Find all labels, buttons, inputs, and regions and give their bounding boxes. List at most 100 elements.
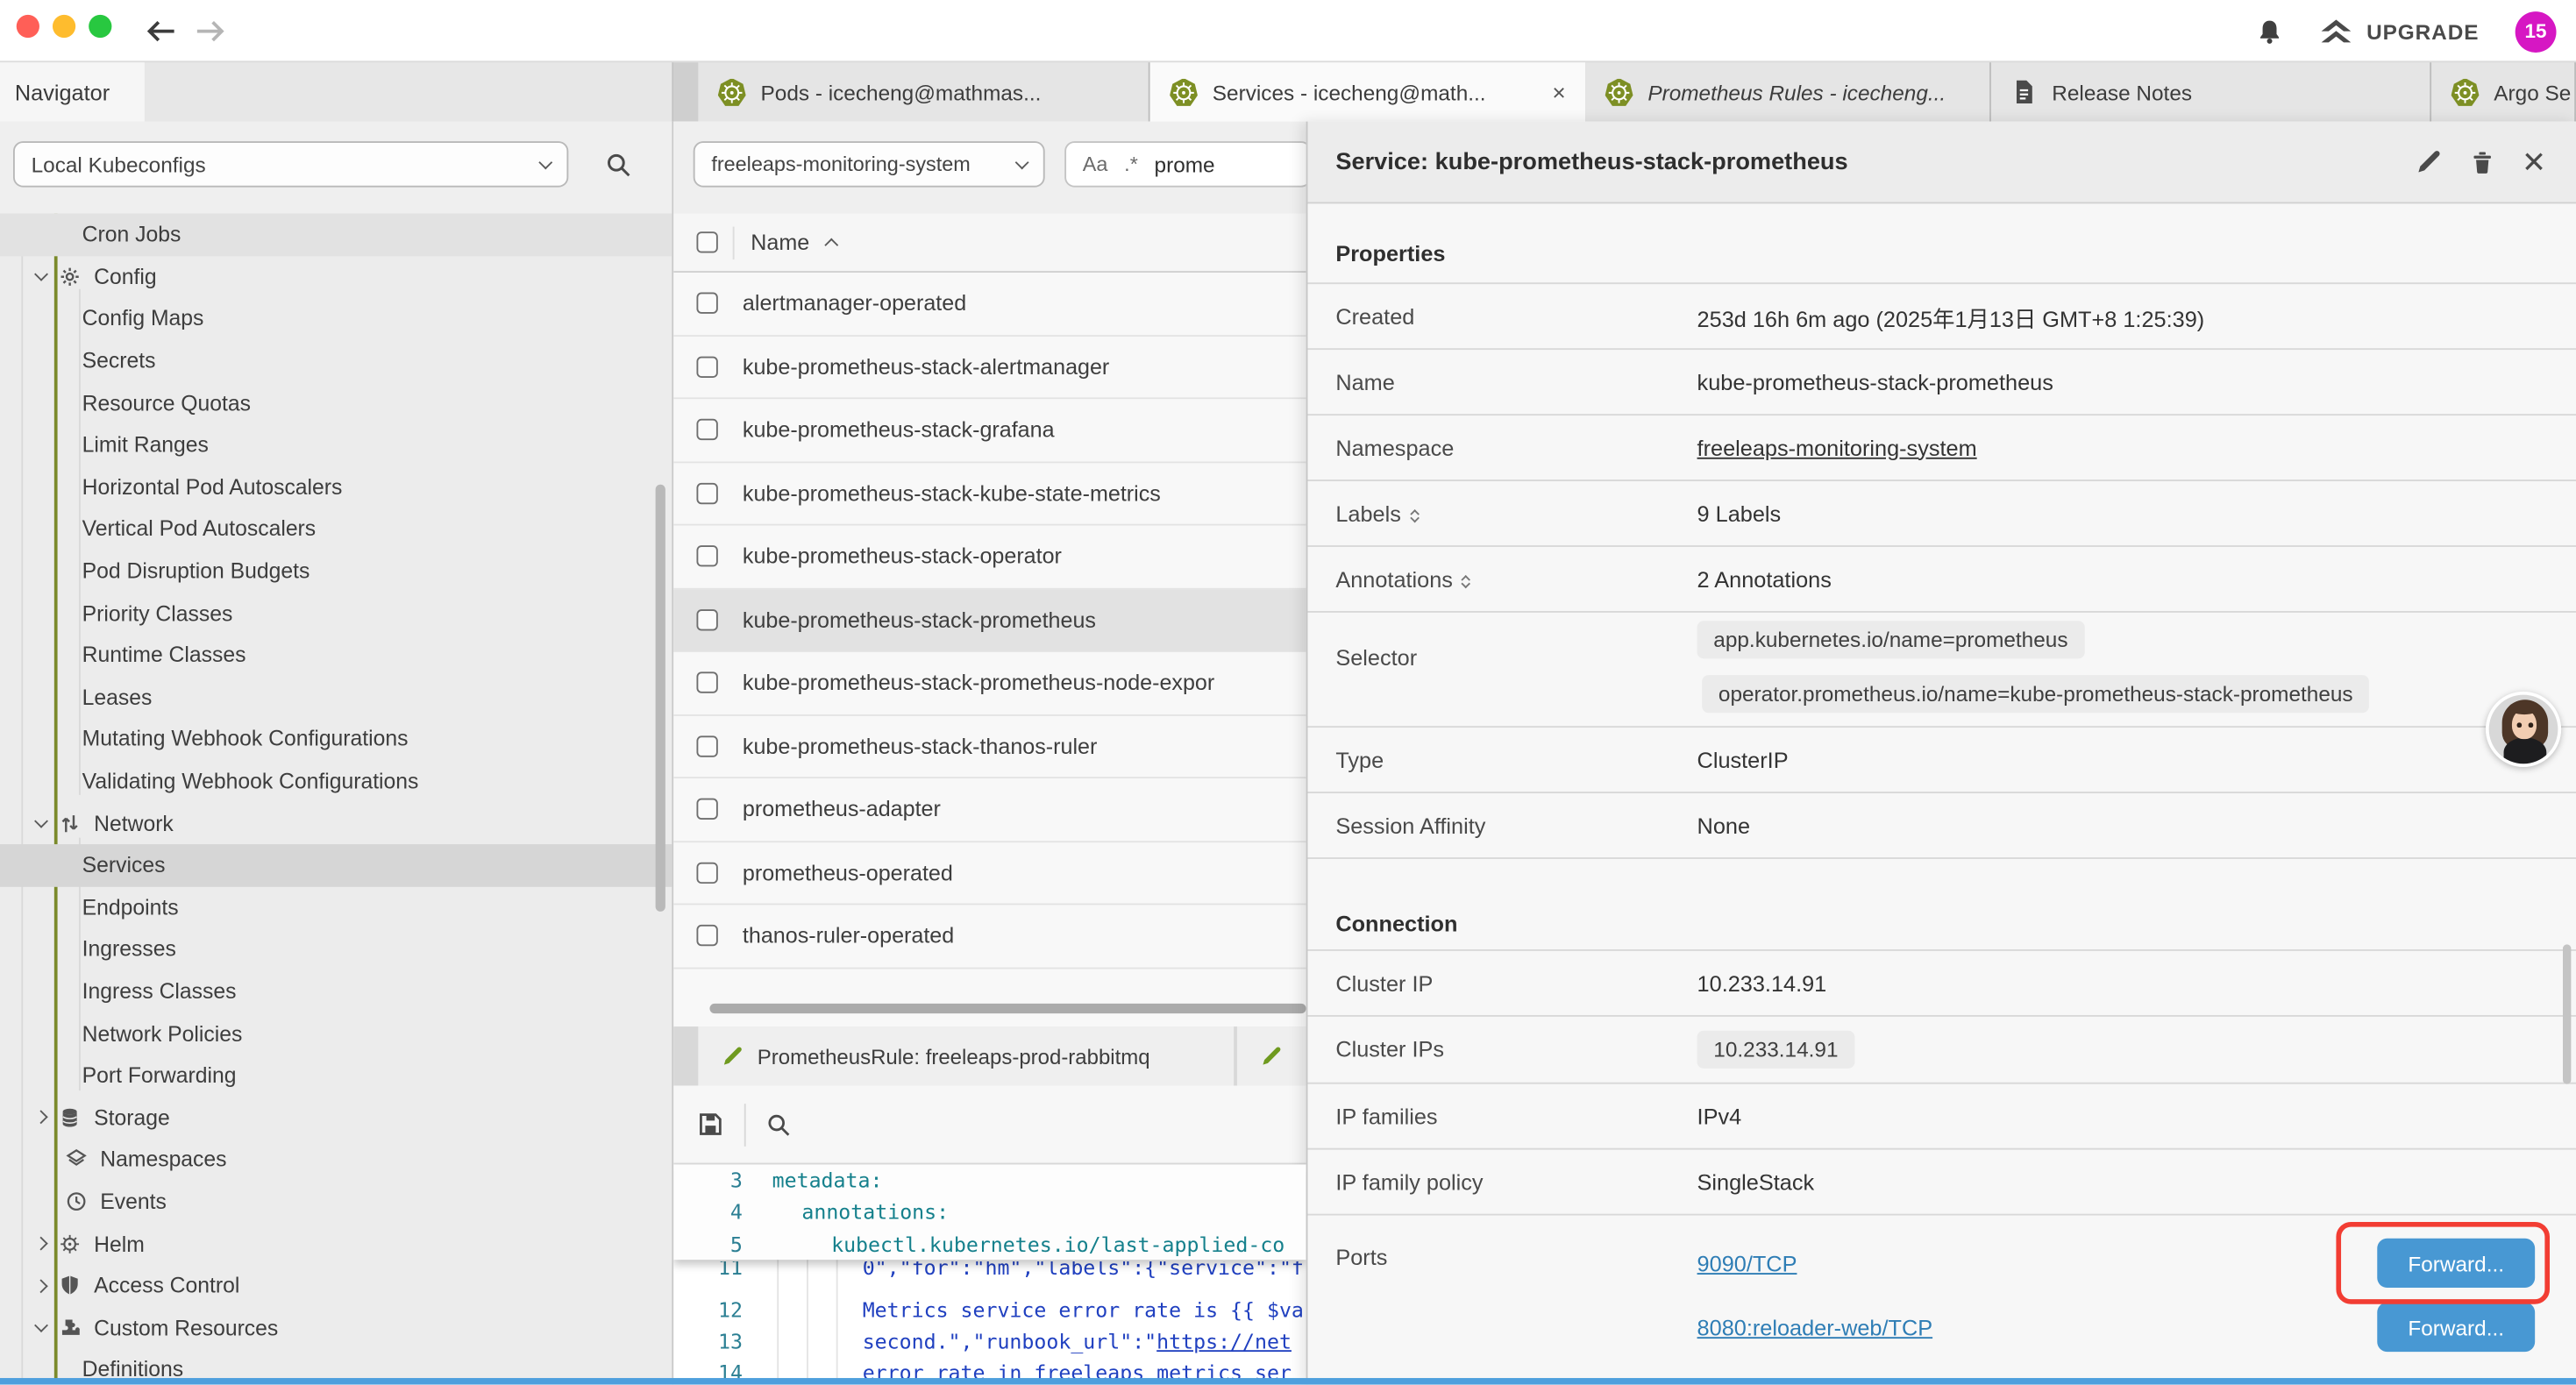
sidebar-item-config-maps[interactable]: Config Maps xyxy=(0,297,672,339)
row-checkbox[interactable] xyxy=(696,735,717,756)
yaml-editor[interactable]: 11 0","for":"hm","labels":{"service":"f … xyxy=(673,1164,1306,1384)
sidebar-item-limit-ranges[interactable]: Limit Ranges xyxy=(0,423,672,465)
row-checkbox[interactable] xyxy=(696,609,717,630)
tab-close-icon[interactable]: × xyxy=(1542,79,1566,105)
sidebar-item-network-policies[interactable]: Network Policies xyxy=(0,1012,672,1055)
match-case-icon[interactable]: Aa xyxy=(1083,153,1108,175)
expand-collapse-icon[interactable] xyxy=(1462,570,1469,587)
sidebar-item-storage[interactable]: Storage xyxy=(0,1097,672,1139)
table-row[interactable]: kube-prometheus-stack-grafana xyxy=(673,399,1306,462)
sidebar-item-namespaces[interactable]: Namespaces xyxy=(0,1139,672,1181)
sidebar-item-vertical-pod-autoscalers[interactable]: Vertical Pod Autoscalers xyxy=(0,508,672,550)
namespace-dropdown[interactable]: freeleaps-monitoring-system xyxy=(694,141,1045,187)
code-line: 12 Metrics service error rate is {{ $va xyxy=(673,1294,1306,1325)
tab-release-notes[interactable]: Release Notes xyxy=(1991,62,2431,121)
edit-pencil-icon[interactable] xyxy=(2415,148,2443,176)
name-column-header[interactable]: Name xyxy=(751,230,809,254)
horizontal-scrollbar[interactable] xyxy=(709,1004,1306,1013)
delete-trash-icon[interactable] xyxy=(2469,149,2495,175)
navigator-scrollbar[interactable] xyxy=(656,485,665,912)
runbook-url-link[interactable]: https://net xyxy=(1156,1328,1292,1353)
filter-search-input[interactable]: Aa .* prome xyxy=(1064,141,1306,187)
back-icon[interactable] xyxy=(141,11,181,51)
forward-button-8080[interactable]: Forward... xyxy=(2377,1303,2535,1352)
row-checkbox[interactable] xyxy=(696,482,717,503)
port-link-8080[interactable]: 8080:reloader-web/TCP xyxy=(1697,1316,1933,1340)
row-checkbox[interactable] xyxy=(696,672,717,693)
editor-tab-prometheusrule[interactable]: PrometheusRule: freeleaps-prod-rabbitmq xyxy=(698,1026,1234,1085)
sidebar-item-services[interactable]: Services xyxy=(0,844,672,886)
row-checkbox[interactable] xyxy=(696,356,717,377)
table-row[interactable]: kube-prometheus-stack-prometheus-node-ex… xyxy=(673,652,1306,715)
sidebar-item-ingress-classes[interactable]: Ingress Classes xyxy=(0,970,672,1012)
tab-prometheus-rules[interactable]: Prometheus Rules - icecheng... xyxy=(1585,62,1991,121)
tab-services[interactable]: Services - icecheng@math... × xyxy=(1150,62,1586,121)
sidebar-item-secrets[interactable]: Secrets xyxy=(0,339,672,381)
close-window-button[interactable] xyxy=(17,15,39,38)
sidebar-item-ingresses[interactable]: Ingresses xyxy=(0,928,672,970)
minimize-window-button[interactable] xyxy=(53,15,75,38)
table-row[interactable]: alertmanager-operated xyxy=(673,273,1306,336)
forward-icon[interactable] xyxy=(190,11,230,51)
code-line: 13 second.","runbook_url":"https://net xyxy=(673,1325,1306,1357)
sidebar-item-cron-jobs[interactable]: Cron Jobs xyxy=(0,214,672,256)
table-row[interactable]: kube-prometheus-stack-operator xyxy=(673,526,1306,589)
chevron-down-icon[interactable] xyxy=(34,1318,48,1332)
namespace-link[interactable]: freeleaps-monitoring-system xyxy=(1697,436,1977,460)
expand-collapse-icon[interactable] xyxy=(1411,504,1418,522)
tab-pods[interactable]: Pods - icecheng@mathmas... xyxy=(698,62,1149,121)
sidebar-item-port-forwarding[interactable]: Port Forwarding xyxy=(0,1055,672,1097)
tab-argo[interactable]: Argo Se xyxy=(2431,62,2576,121)
close-icon[interactable]: ✕ xyxy=(2522,147,2546,177)
upgrade-button[interactable]: UPGRADE xyxy=(2321,19,2480,44)
sidebar-item-config[interactable]: Config xyxy=(0,256,672,298)
sidebar-item-mutating-webhook-configurations[interactable]: Mutating Webhook Configurations xyxy=(0,718,672,760)
sidebar-item-priority-classes[interactable]: Priority Classes xyxy=(0,592,672,634)
zoom-window-button[interactable] xyxy=(89,15,111,38)
table-row[interactable]: kube-prometheus-stack-alertmanager xyxy=(673,336,1306,399)
drawer-scrollbar[interactable] xyxy=(2563,944,2571,1083)
sidebar-item-helm[interactable]: Helm xyxy=(0,1223,672,1265)
row-checkbox[interactable] xyxy=(696,925,717,946)
save-icon[interactable] xyxy=(696,1111,724,1139)
row-checkbox[interactable] xyxy=(696,293,717,314)
sort-ascending-icon[interactable] xyxy=(824,238,838,252)
table-row[interactable]: prometheus-operated xyxy=(673,842,1306,905)
sidebar-item-events[interactable]: Events xyxy=(0,1181,672,1223)
chevron-right-icon[interactable] xyxy=(34,1110,48,1124)
row-checkbox[interactable] xyxy=(696,546,717,567)
table-row-selected[interactable]: kube-prometheus-stack-prometheus xyxy=(673,589,1306,652)
table-row[interactable]: kube-prometheus-stack-kube-state-metrics xyxy=(673,462,1306,525)
port-link-9090[interactable]: 9090/TCP xyxy=(1697,1252,1797,1276)
navigator-search-icon[interactable] xyxy=(605,151,633,179)
select-all-checkbox[interactable] xyxy=(696,231,717,252)
notification-count-badge[interactable]: 15 xyxy=(2516,11,2557,52)
table-row[interactable]: kube-prometheus-stack-thanos-ruler xyxy=(673,715,1306,778)
sidebar-item-endpoints[interactable]: Endpoints xyxy=(0,886,672,928)
editor-search-icon[interactable] xyxy=(765,1112,792,1138)
row-checkbox[interactable] xyxy=(696,799,717,820)
sidebar-item-pod-disruption-budgets[interactable]: Pod Disruption Budgets xyxy=(0,550,672,592)
table-row[interactable]: prometheus-adapter xyxy=(673,778,1306,842)
sidebar-item-access-control[interactable]: Access Control xyxy=(0,1264,672,1306)
sidebar-item-validating-webhook-configurations[interactable]: Validating Webhook Configurations xyxy=(0,760,672,802)
sidebar-item-horizontal-pod-autoscalers[interactable]: Horizontal Pod Autoscalers xyxy=(0,465,672,508)
user-avatar[interactable] xyxy=(2486,692,2561,767)
notifications-bell-icon[interactable] xyxy=(2257,18,2285,46)
chevron-down-icon[interactable] xyxy=(34,814,48,828)
sidebar-item-custom-resources[interactable]: Custom Resources xyxy=(0,1306,672,1348)
row-checkbox[interactable] xyxy=(696,419,717,440)
editor-tab-next[interactable] xyxy=(1237,1026,1306,1085)
sidebar-item-leases[interactable]: Leases xyxy=(0,676,672,718)
navigator-panel-tab[interactable]: Navigator xyxy=(0,62,145,121)
kubeconfig-dropdown[interactable]: Local Kubeconfigs xyxy=(13,141,568,187)
sidebar-item-network[interactable]: Network xyxy=(0,802,672,844)
sidebar-item-runtime-classes[interactable]: Runtime Classes xyxy=(0,634,672,676)
sidebar-item-resource-quotas[interactable]: Resource Quotas xyxy=(0,381,672,423)
regex-icon[interactable]: .* xyxy=(1124,153,1138,175)
chevron-right-icon[interactable] xyxy=(34,1236,48,1250)
chevron-down-icon[interactable] xyxy=(34,267,48,281)
row-checkbox[interactable] xyxy=(696,862,717,883)
chevron-right-icon[interactable] xyxy=(34,1278,48,1292)
table-row[interactable]: thanos-ruler-operated xyxy=(673,905,1306,968)
